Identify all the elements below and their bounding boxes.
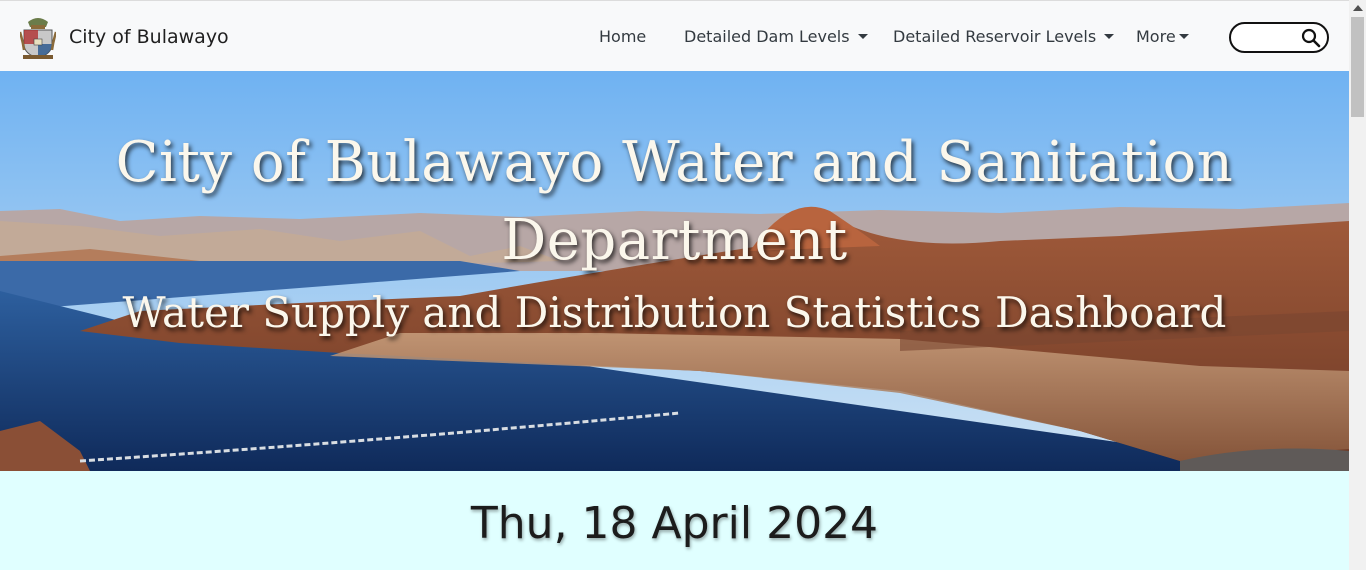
caret-down-icon — [857, 34, 868, 39]
nav-reservoir-levels-label: Detailed Reservoir Levels — [893, 27, 1097, 46]
nav-more-dropdown[interactable]: More — [1136, 27, 1189, 46]
hero-banner: City of Bulawayo Water and Sanitation De… — [0, 71, 1349, 471]
search-icon[interactable] — [1301, 28, 1321, 48]
nav-dam-levels-dropdown[interactable]: Detailed Dam Levels — [684, 27, 868, 46]
brand-link[interactable]: City of Bulawayo — [20, 14, 229, 60]
search-input[interactable] — [1241, 27, 1305, 51]
current-date: Thu, 18 April 2024 — [470, 498, 879, 549]
caret-down-icon — [1104, 34, 1115, 39]
nav-dam-levels-label: Detailed Dam Levels — [684, 27, 850, 46]
caret-down-icon — [1178, 34, 1189, 39]
vertical-scrollbar[interactable] — [1349, 0, 1366, 570]
search-field[interactable] — [1229, 22, 1329, 53]
brand-name: City of Bulawayo — [69, 26, 229, 48]
hero-title: City of Bulawayo Water and Sanitation De… — [115, 130, 1234, 273]
top-navbar: City of Bulawayo Home Detailed Dam Level… — [0, 0, 1349, 71]
city-crest-logo-icon — [20, 18, 56, 59]
nav-reservoir-levels-dropdown[interactable]: Detailed Reservoir Levels — [893, 27, 1115, 46]
scrollbar-thumb[interactable] — [1351, 17, 1364, 117]
nav-home-link[interactable]: Home — [599, 27, 646, 46]
hero-subtitle: Water Supply and Distribution Statistics… — [122, 288, 1227, 337]
scroll-up-arrow-icon[interactable] — [1353, 5, 1363, 11]
nav-more-label: More — [1136, 27, 1176, 46]
